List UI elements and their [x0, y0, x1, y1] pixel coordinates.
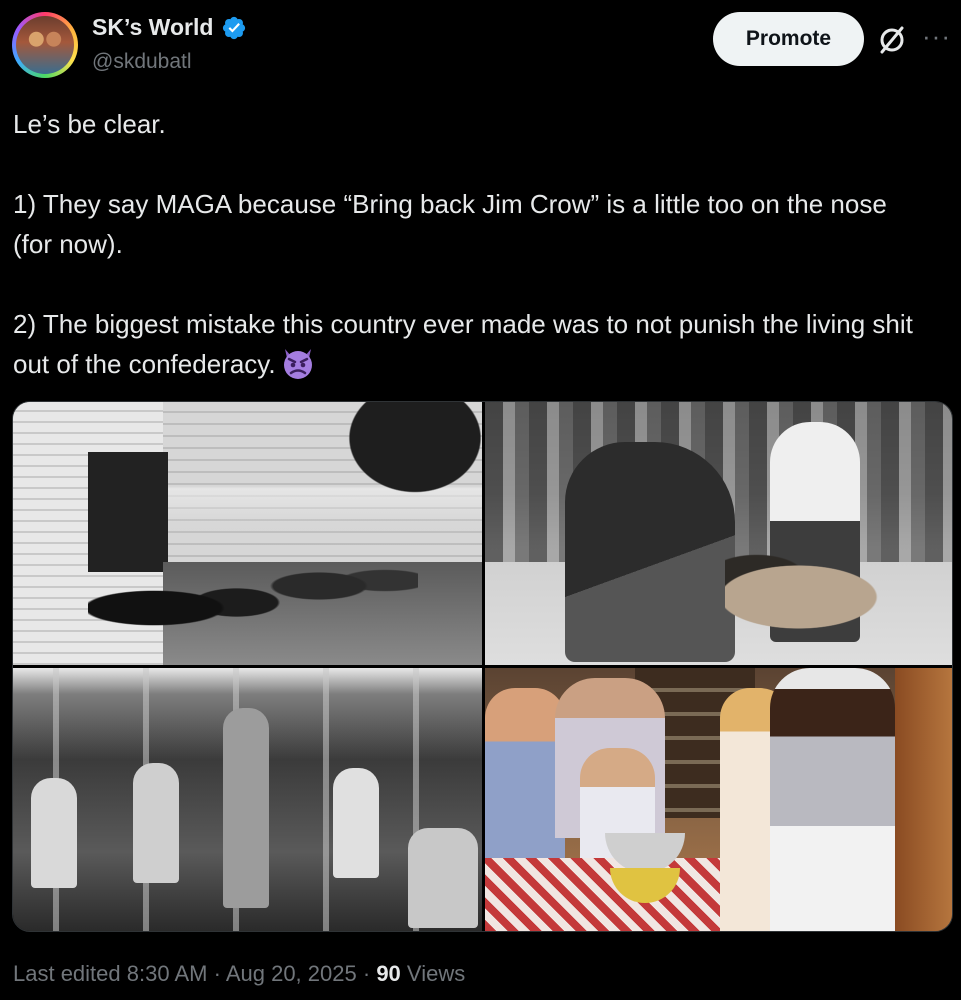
angry-devil-face-icon [283, 349, 312, 379]
post-date[interactable]: Aug 20, 2025 [226, 961, 357, 986]
display-name[interactable]: SK’s World [92, 14, 213, 41]
avatar-image [16, 16, 74, 74]
tweet-text: Le’s be clear. 1) They say MAGA because … [13, 104, 933, 384]
post-metadata: Last edited 8:30 AM · Aug 20, 2025 · 90 … [13, 961, 465, 987]
media-grid [12, 401, 953, 932]
tweet-paragraph-2-text: 2) The biggest mistake this country ever… [13, 309, 913, 379]
tweet-paragraph-1: 1) They say MAGA because “Bring back Jim… [13, 189, 887, 259]
profile-avatar[interactable] [12, 12, 78, 78]
photo-fire-hose[interactable] [13, 402, 482, 665]
photo-kitchen-scene[interactable] [485, 668, 952, 931]
meta-separator-2: · [362, 961, 371, 986]
views-label: Views [406, 961, 466, 986]
edited-timestamp[interactable]: Last edited 8:30 AM [13, 961, 207, 986]
grok-icon[interactable] [876, 24, 908, 56]
tweet-paragraph-2: 2) The biggest mistake this country ever… [13, 304, 933, 384]
promote-button[interactable]: Promote [713, 12, 864, 66]
verified-badge-icon [223, 16, 246, 39]
more-icon[interactable]: ··· [922, 23, 952, 54]
photo-police-dog[interactable] [485, 402, 952, 665]
meta-separator: · [213, 961, 221, 986]
photo-forest-crowd[interactable] [13, 668, 482, 931]
author-name-row: SK’s World [92, 14, 247, 41]
tweet-post: SK’s World @skdubatl Promote ··· Le’s be… [0, 0, 961, 1000]
views-count: 90 [376, 961, 401, 986]
tweet-line-1: Le’s be clear. [13, 109, 166, 139]
author-handle[interactable]: @skdubatl [92, 50, 192, 74]
